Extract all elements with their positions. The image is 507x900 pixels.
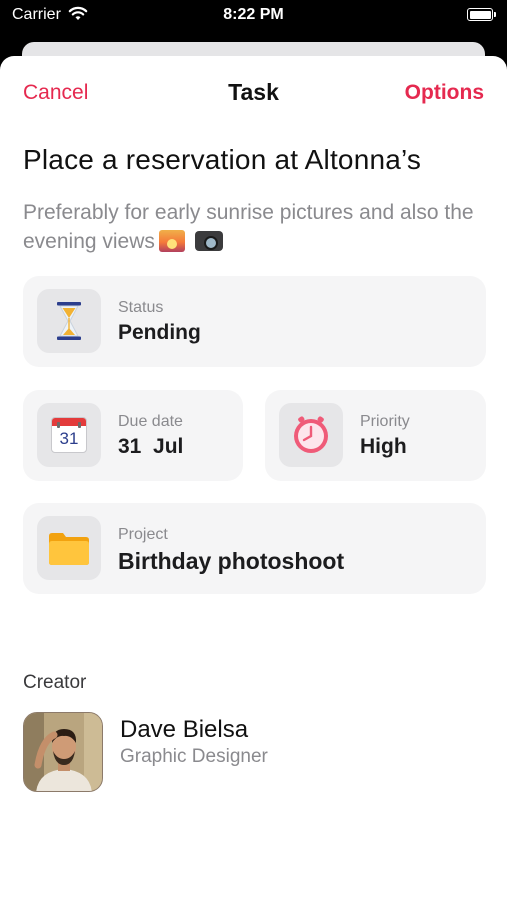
priority-icon-tile	[279, 403, 343, 467]
project-label: Project	[118, 526, 168, 543]
task-sheet: Cancel Task Options Place a reservation …	[0, 56, 507, 900]
creator-section-label: Creator	[23, 672, 87, 693]
due-date-value: 31 Jul	[118, 435, 184, 458]
sunrise-emoji-icon	[158, 230, 185, 252]
folder-icon	[49, 533, 89, 565]
calendar-icon: 31	[51, 417, 87, 453]
calendar-day-text: 31	[59, 429, 79, 448]
options-button[interactable]: Options	[405, 81, 484, 105]
status-time: 8:22 PM	[223, 6, 284, 23]
creator-name: Dave Bielsa	[120, 716, 249, 743]
status-label: Status	[118, 299, 164, 316]
status-value: Pending	[118, 321, 201, 344]
task-description: Preferably for early sunrise pictures an…	[23, 198, 493, 256]
hourglass-icon	[57, 302, 81, 340]
alarm-clock-icon	[294, 416, 328, 453]
task-title: Place a reservation at Altonna’s	[23, 144, 422, 175]
avatar[interactable]	[23, 712, 103, 792]
camera-flash-emoji-icon	[194, 231, 223, 251]
avatar-portrait	[24, 713, 102, 791]
creator-role: Graphic Designer	[120, 746, 268, 767]
task-description-text: Preferably for early sunrise pictures an…	[23, 201, 474, 253]
navigation-bar: Cancel Task Options	[0, 56, 507, 128]
status-card[interactable]: Status Pending	[23, 276, 486, 367]
due-date-icon-tile: 31	[37, 403, 101, 467]
project-value: Birthday photoshoot	[118, 548, 345, 574]
project-card[interactable]: Project Birthday photoshoot	[23, 503, 486, 594]
status-icon-tile	[37, 289, 101, 353]
priority-value: High	[360, 435, 407, 458]
battery-icon	[467, 8, 496, 21]
priority-card[interactable]: Priority High	[265, 390, 486, 481]
due-date-label: Due date	[118, 413, 183, 430]
project-icon-tile	[37, 516, 101, 580]
priority-label: Priority	[360, 413, 410, 430]
due-date-card[interactable]: 31 Due date 31 Jul	[23, 390, 243, 481]
status-bar: Carrier 8:22 PM	[0, 0, 507, 40]
